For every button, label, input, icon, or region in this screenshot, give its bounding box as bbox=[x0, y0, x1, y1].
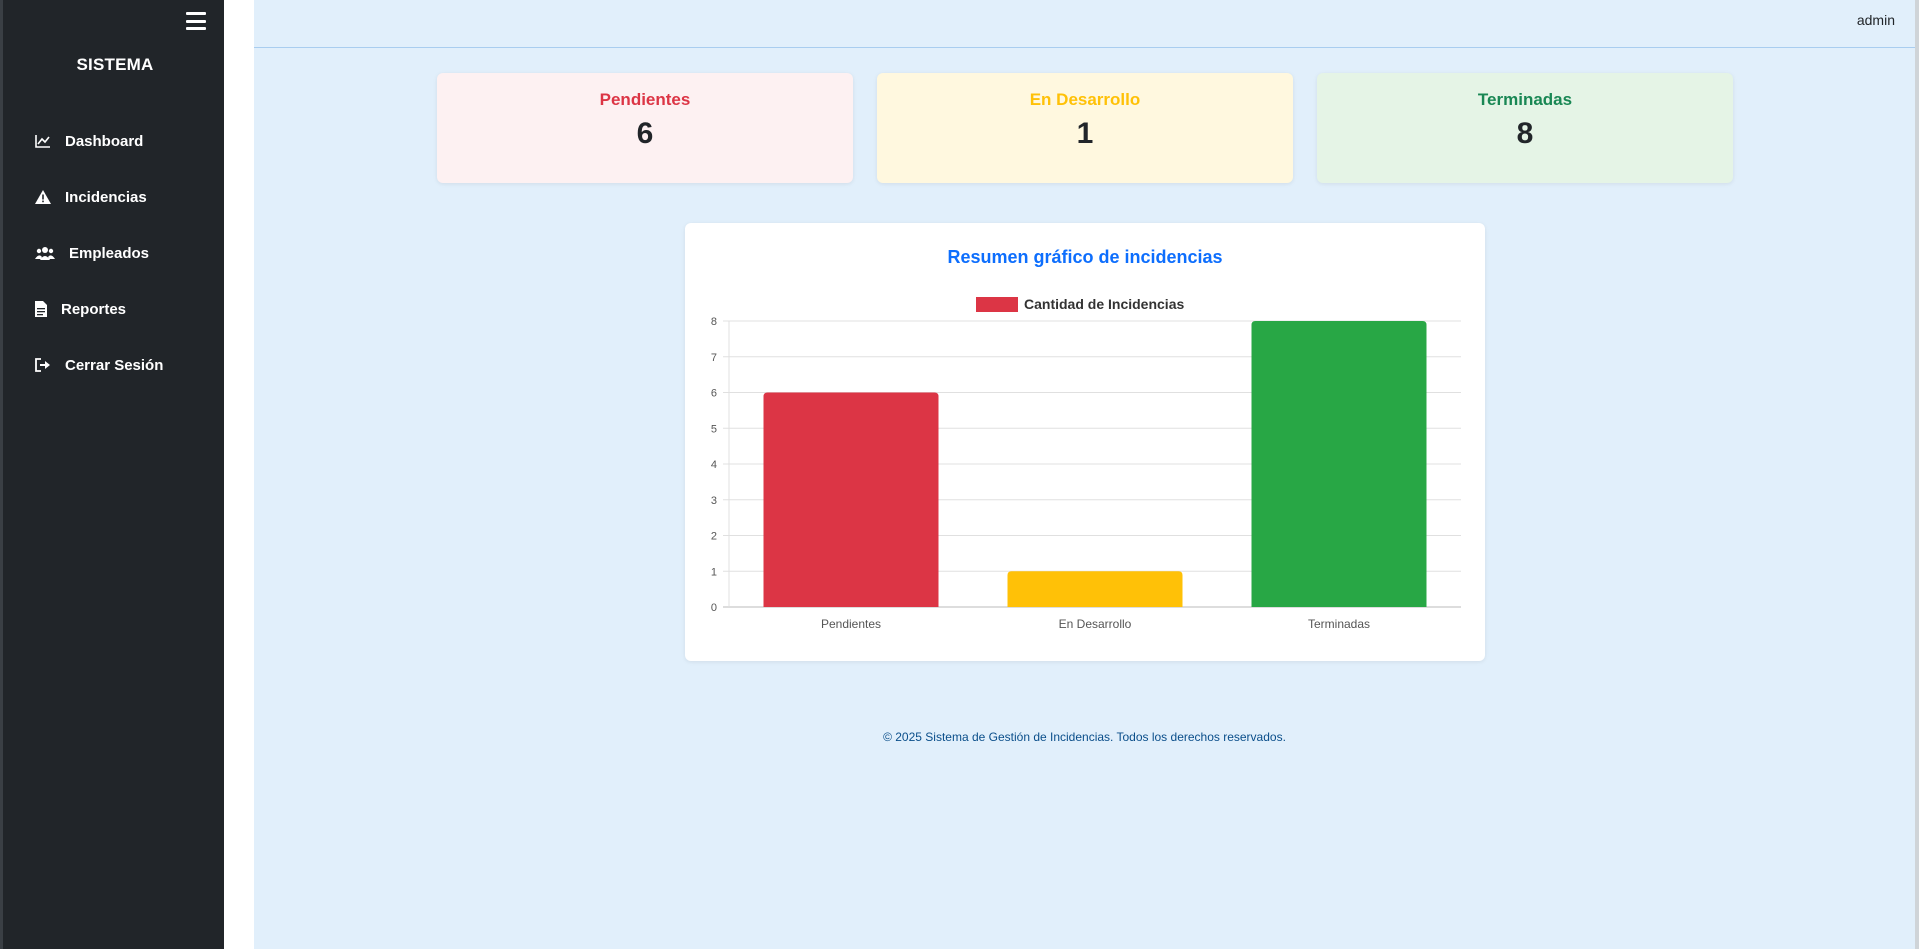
sidebar-item-label: Cerrar Sesión bbox=[65, 356, 164, 374]
brand-title: SISTEMA bbox=[76, 55, 154, 74]
y-tick-label: 4 bbox=[711, 459, 717, 471]
sidebar-item-label: Reportes bbox=[61, 300, 127, 318]
card-pendientes: Pendientes 6 bbox=[437, 73, 853, 183]
card-value: 6 bbox=[636, 117, 654, 150]
hamburger-menu-icon[interactable] bbox=[186, 12, 206, 30]
footer-text: © 2025 Sistema de Gestión de Incidencias… bbox=[883, 730, 1286, 744]
bar-terminadas bbox=[1251, 321, 1427, 607]
card-title: Terminadas bbox=[1477, 90, 1573, 109]
y-tick-label: 6 bbox=[711, 388, 717, 400]
sidebar-item-reportes[interactable]: Reportes bbox=[35, 281, 163, 337]
legend-swatch bbox=[976, 297, 1018, 312]
card-title: Pendientes bbox=[599, 90, 691, 109]
sidebar-item-label: Incidencias bbox=[65, 188, 147, 206]
sidebar-item-label: Dashboard bbox=[65, 132, 144, 150]
card-terminadas: Terminadas 8 bbox=[1317, 73, 1733, 183]
main-content: admin Pendientes 6 En Desarrollo 1 Termi… bbox=[254, 0, 1915, 949]
y-tick-label: 3 bbox=[711, 495, 717, 507]
sidebar-item-label: Empleados bbox=[69, 244, 150, 262]
y-tick-label: 8 bbox=[711, 316, 717, 328]
sidebar-item-empleados[interactable]: Empleados bbox=[35, 225, 163, 281]
card-en-desarrollo: En Desarrollo 1 bbox=[877, 73, 1293, 183]
user-name[interactable]: admin bbox=[1857, 12, 1895, 28]
bar-pendientes bbox=[763, 392, 939, 607]
sidebar-item-cerrar-sesion[interactable]: Cerrar Sesión bbox=[35, 337, 163, 393]
top-bar: admin bbox=[254, 0, 1915, 48]
card-value: 8 bbox=[1516, 117, 1534, 150]
bar-en-desarrollo bbox=[1007, 571, 1183, 607]
sidebar-nav: Dashboard Incidencias Empleados Reportes… bbox=[35, 113, 163, 393]
file-icon bbox=[35, 301, 55, 317]
bar-chart: Cantidad de Incidencias 0 1 2 3 4 5 6 7 8 Pendient… bbox=[711, 296, 1461, 631]
y-tick-label: 1 bbox=[711, 566, 717, 578]
card-title: En Desarrollo bbox=[1029, 90, 1141, 109]
warning-icon bbox=[35, 190, 59, 204]
chart-line-icon bbox=[35, 134, 59, 148]
card-value: 1 bbox=[1076, 117, 1094, 150]
legend-label: Cantidad de Incidencias bbox=[1024, 296, 1184, 312]
x-tick-label: Pendientes bbox=[821, 617, 881, 631]
y-tick-label: 7 bbox=[711, 352, 717, 364]
x-tick-label: Terminadas bbox=[1308, 617, 1370, 631]
y-tick-label: 5 bbox=[711, 423, 717, 435]
y-tick-label: 0 bbox=[711, 602, 717, 614]
sidebar-item-dashboard[interactable]: Dashboard bbox=[35, 113, 163, 169]
sidebar: SISTEMA Dashboard Incidencias Empleados … bbox=[0, 0, 224, 949]
users-icon bbox=[35, 246, 63, 260]
chart-panel: Resumen gráfico de incidencias Cantidad … bbox=[685, 223, 1485, 661]
sidebar-item-incidencias[interactable]: Incidencias bbox=[35, 169, 163, 225]
y-tick-label: 2 bbox=[711, 531, 717, 543]
window-edge bbox=[1915, 0, 1919, 949]
logout-icon bbox=[35, 358, 59, 372]
x-tick-label: En Desarrollo bbox=[1059, 617, 1132, 631]
